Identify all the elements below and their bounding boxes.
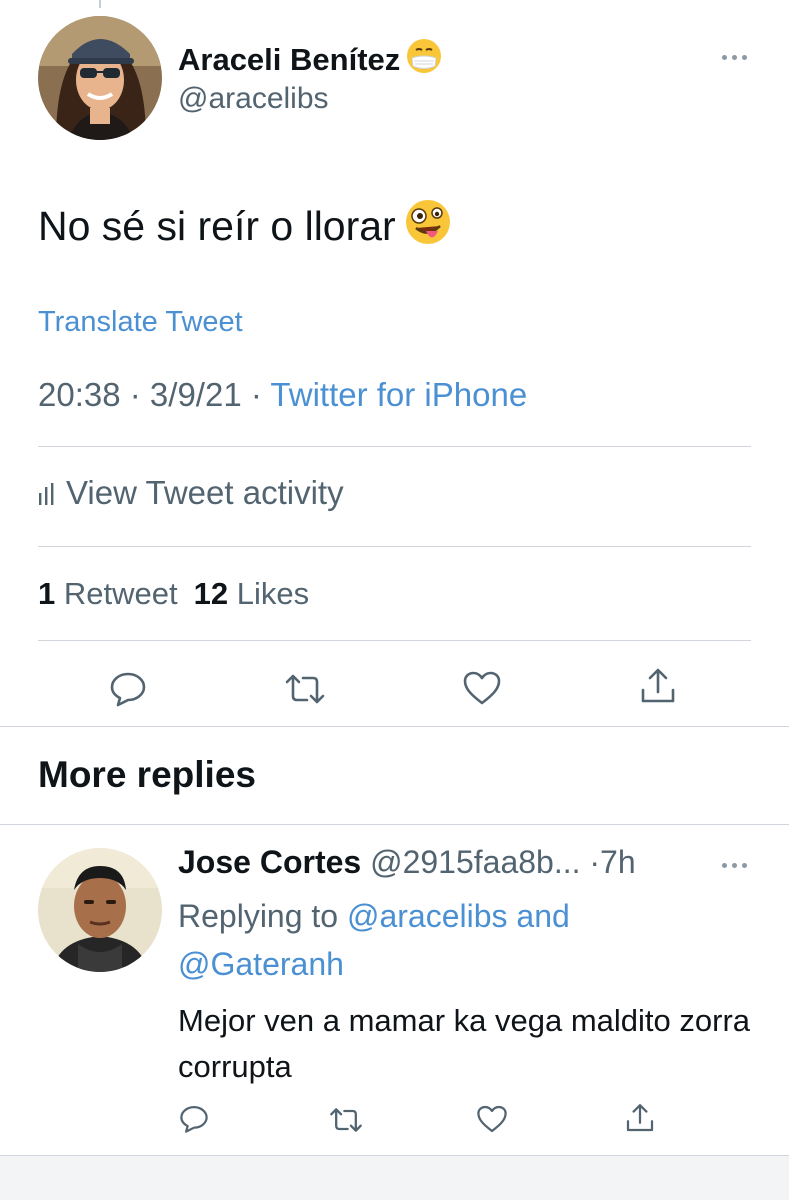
mention-link[interactable]: @Gateranh	[178, 946, 344, 982]
share-button[interactable]	[638, 666, 678, 706]
reply-avatar-image	[38, 848, 162, 972]
author-avatar[interactable]	[38, 16, 162, 140]
like-count: 12	[193, 576, 229, 611]
mention-link[interactable]: @aracelibs	[347, 898, 508, 934]
retweet-icon	[285, 674, 325, 704]
reply-author-handle[interactable]: @2915faa8b...	[370, 844, 580, 880]
author-name-text: Araceli Benítez	[178, 42, 401, 77]
zany-face-icon	[404, 198, 452, 256]
author-handle[interactable]: @aracelibs	[178, 82, 329, 116]
likes-stat[interactable]: 12 Likes	[194, 576, 309, 611]
reply-bubble-icon	[180, 1106, 208, 1133]
reply-header: Jose Cortes @2915faa8b... ·7h	[178, 844, 636, 881]
retweet-icon	[330, 1108, 362, 1132]
reply-button[interactable]	[178, 1104, 210, 1134]
share-icon	[626, 1104, 654, 1132]
and-others-link[interactable]: and	[508, 898, 569, 934]
section-divider	[0, 824, 789, 825]
heart-icon	[477, 1105, 507, 1133]
reply-avatar[interactable]	[38, 848, 162, 972]
tweet-meta: 20:38 · 3/9/21 · Twitter for iPhone	[38, 376, 527, 414]
view-tweet-activity-button[interactable]: View Tweet activity	[38, 474, 344, 512]
share-button[interactable]	[624, 1102, 656, 1134]
retweet-button[interactable]	[328, 1106, 364, 1134]
translate-tweet-link[interactable]: Translate Tweet	[38, 306, 243, 339]
tweet-stats: 1 Retweet 12 Likes	[38, 576, 309, 612]
retweets-stat[interactable]: 1 Retweet	[38, 576, 178, 611]
bar-chart-icon	[39, 483, 54, 505]
divider	[38, 446, 751, 447]
meta-separator: ·	[120, 376, 150, 413]
like-button[interactable]	[476, 1104, 508, 1134]
reply-age: ·7h	[589, 844, 636, 880]
retweet-count: 1	[38, 576, 56, 611]
face-with-medical-mask-icon	[406, 38, 442, 82]
more-dots-icon[interactable]	[720, 52, 750, 62]
thread-connector-line	[99, 0, 101, 8]
tweet-date[interactable]: 3/9/21	[150, 376, 242, 413]
divider	[38, 546, 751, 547]
author-name[interactable]: Araceli Benítez	[178, 38, 442, 82]
author-avatar-image	[38, 16, 162, 140]
heart-icon	[463, 671, 501, 705]
view-tweet-activity-label: View Tweet activity	[66, 474, 344, 511]
tweet-time: 20:38	[38, 376, 121, 413]
more-replies-heading: More replies	[38, 754, 256, 795]
replying-to-prefix: Replying to	[178, 898, 347, 934]
retweet-label: Retweet	[63, 576, 178, 611]
reply-text: Mejor ven a mamar ka vega maldito zorra …	[178, 1003, 751, 1084]
tweet-text-content: No sé si reír o llorar	[38, 203, 396, 249]
reply-author-name[interactable]: Jose Cortes	[178, 844, 361, 880]
reply-bubble-icon	[110, 672, 146, 707]
reply-button[interactable]	[108, 670, 148, 708]
replying-to-context: Replying to @aracelibs and @Gateranh	[178, 892, 638, 988]
section-divider	[0, 726, 789, 727]
retweet-button[interactable]	[283, 672, 327, 706]
like-button[interactable]	[462, 670, 502, 706]
share-icon	[641, 668, 675, 703]
more-dots-icon[interactable]	[720, 860, 750, 870]
like-label: Likes	[236, 576, 310, 611]
next-reply-area	[0, 1155, 789, 1200]
divider	[38, 640, 751, 641]
tweet-source-link[interactable]: Twitter for iPhone	[270, 376, 527, 413]
tweet-text: No sé si reír o llorar	[38, 198, 452, 256]
meta-separator: ·	[241, 376, 271, 413]
